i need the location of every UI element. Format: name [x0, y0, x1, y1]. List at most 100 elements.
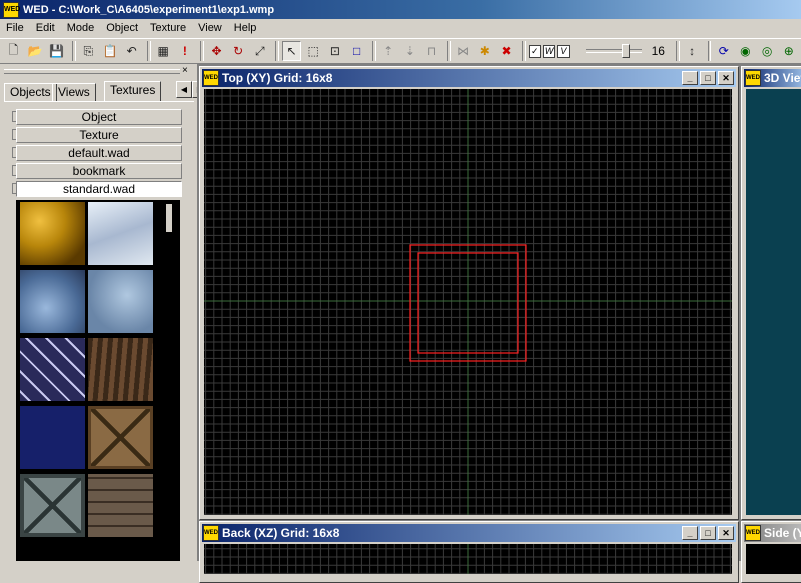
- wed-doc-icon: WED: [203, 70, 219, 86]
- checkbox-option[interactable]: ✓: [528, 44, 541, 58]
- panel-grip[interactable]: [4, 69, 180, 74]
- merge-icon[interactable]: ⊓: [422, 41, 441, 61]
- grid-size-slider[interactable]: [585, 44, 642, 58]
- copy-icon[interactable]: ⎘: [79, 41, 98, 61]
- wed-doc-icon: WED: [745, 525, 761, 541]
- toolbar-separator: [200, 41, 205, 61]
- window-title: WED - C:\Work_C\A6405\experiment1\exp1.w…: [23, 3, 275, 16]
- scale-icon[interactable]: ⤢: [251, 41, 270, 61]
- 3d-viewport[interactable]: [746, 89, 801, 515]
- panel-tabs: Objects Views Textures ◀ ▶: [4, 81, 208, 102]
- add-object-icon[interactable]: ✱: [475, 41, 494, 61]
- back-view-titlebar[interactable]: WED Back (XZ) Grid: 16x8 _ □ ✕: [202, 524, 736, 542]
- texture-thumb[interactable]: [88, 474, 153, 537]
- open-folder-icon[interactable]: 📂: [26, 41, 45, 61]
- maximize-icon[interactable]: □: [700, 526, 716, 540]
- thumbnail-scrollbar[interactable]: [166, 204, 172, 232]
- minimize-icon[interactable]: _: [682, 71, 698, 85]
- back-grid[interactable]: [204, 544, 732, 574]
- close-icon[interactable]: ✕: [718, 71, 734, 85]
- menu-bar: File Edit Mode Object Texture View Help: [0, 19, 801, 38]
- move-icon[interactable]: ✥: [207, 41, 226, 61]
- unlink-icon[interactable]: ⇣: [401, 41, 420, 61]
- side-view-canvas[interactable]: [746, 544, 801, 574]
- tab-scroll-left-icon[interactable]: ◀: [176, 81, 192, 98]
- group-icon[interactable]: ⬚: [304, 41, 323, 61]
- texture-thumb[interactable]: [20, 338, 85, 401]
- texture-thumb[interactable]: [88, 270, 153, 333]
- save-icon[interactable]: 💾: [47, 41, 66, 61]
- top-view-window[interactable]: WED Top (XY) Grid: 16x8 _ □ ✕: [199, 66, 739, 520]
- 3d-view-window[interactable]: WED 3D View: [741, 66, 801, 520]
- toolbar-separator: [675, 41, 680, 61]
- main-toolbar: 🗋 📂 💾 ⎘ 📋 ↶ ▦ ! ✥ ↻ ⤢ ↖ ⬚ ⊡ □ ⇡ ⇣ ⊓ ⋈ ✱ …: [0, 38, 801, 64]
- view-world-icon[interactable]: ⊕: [779, 41, 798, 61]
- view-render-icon[interactable]: ◎: [758, 41, 777, 61]
- top-view-titlebar[interactable]: WED Top (XY) Grid: 16x8 _ □ ✕: [202, 69, 736, 87]
- menu-help[interactable]: Help: [228, 19, 263, 38]
- group-default-wad[interactable]: default.wad: [16, 145, 182, 161]
- delete-icon[interactable]: ✖: [497, 41, 516, 61]
- new-file-icon[interactable]: 🗋: [4, 41, 23, 61]
- view-eye-icon[interactable]: ◉: [736, 41, 755, 61]
- build-icon[interactable]: ▦: [154, 41, 173, 61]
- maximize-icon[interactable]: □: [700, 71, 716, 85]
- texture-thumb[interactable]: [20, 202, 85, 265]
- group-object[interactable]: Object: [16, 109, 182, 125]
- vertical-resize-icon[interactable]: ↕: [683, 41, 702, 61]
- rotate-icon[interactable]: ↻: [229, 41, 248, 61]
- alert-icon[interactable]: !: [176, 41, 195, 61]
- slider-thumb[interactable]: [621, 44, 630, 58]
- group-bookmark[interactable]: bookmark: [16, 163, 182, 179]
- tab-objects[interactable]: Objects: [4, 83, 57, 102]
- group-texture[interactable]: Texture: [16, 127, 182, 143]
- texture-thumb[interactable]: [20, 270, 85, 333]
- group-standard-wad[interactable]: standard.wad: [16, 181, 182, 197]
- close-icon[interactable]: ✕: [718, 526, 734, 540]
- vertex-icon[interactable]: ⊡: [326, 41, 345, 61]
- toolbar-separator: [707, 41, 712, 61]
- wed-app-icon: WED: [3, 1, 20, 18]
- toolbar-separator: [275, 41, 280, 61]
- toolbar-separator: [521, 41, 526, 61]
- side-view-titlebar[interactable]: WED Side (Y: [744, 524, 801, 542]
- texture-thumb[interactable]: [20, 406, 85, 469]
- toolbar-separator: [72, 41, 76, 61]
- refresh-icon[interactable]: ⟳: [714, 41, 733, 61]
- top-view-canvas[interactable]: [204, 89, 732, 515]
- toolbar-separator: [147, 41, 151, 61]
- side-view-title: Side (Y: [764, 526, 801, 540]
- toolbar-separator: [446, 41, 451, 61]
- undo-icon[interactable]: ↶: [122, 41, 141, 61]
- back-view-window[interactable]: WED Back (XZ) Grid: 16x8 _ □ ✕: [199, 521, 739, 583]
- menu-view[interactable]: View: [192, 19, 228, 38]
- side-view-window[interactable]: WED Side (Y: [741, 521, 801, 583]
- back-view-canvas[interactable]: [204, 544, 732, 574]
- menu-object[interactable]: Object: [100, 19, 144, 38]
- wed-doc-icon: WED: [745, 70, 761, 86]
- window-controls: _ □ ✕: [680, 526, 734, 540]
- link-icon[interactable]: ⇡: [379, 41, 398, 61]
- tab-views[interactable]: Views: [52, 83, 96, 102]
- menu-mode[interactable]: Mode: [61, 19, 101, 38]
- panel-close-icon[interactable]: ×: [182, 65, 188, 76]
- texture-thumb[interactable]: [88, 202, 153, 265]
- menu-file[interactable]: File: [0, 19, 30, 38]
- checkbox-v[interactable]: V: [557, 44, 570, 58]
- box-icon[interactable]: □: [347, 41, 366, 61]
- texture-thumb[interactable]: [20, 474, 85, 537]
- texture-thumb[interactable]: [88, 338, 153, 401]
- minimize-icon[interactable]: _: [682, 526, 698, 540]
- texture-thumb[interactable]: [88, 406, 153, 469]
- menu-texture[interactable]: Texture: [144, 19, 192, 38]
- top-grid[interactable]: [204, 89, 732, 515]
- menu-edit[interactable]: Edit: [30, 19, 61, 38]
- select-icon[interactable]: ↖: [282, 41, 301, 61]
- paste-icon[interactable]: 📋: [101, 41, 120, 61]
- wed-doc-icon: WED: [203, 525, 219, 541]
- tab-textures[interactable]: Textures: [104, 81, 162, 102]
- mirror-icon[interactable]: ⋈: [454, 41, 473, 61]
- toolbar-separator: [371, 41, 376, 61]
- 3d-view-titlebar[interactable]: WED 3D View: [744, 69, 801, 87]
- checkbox-w[interactable]: W: [542, 44, 556, 58]
